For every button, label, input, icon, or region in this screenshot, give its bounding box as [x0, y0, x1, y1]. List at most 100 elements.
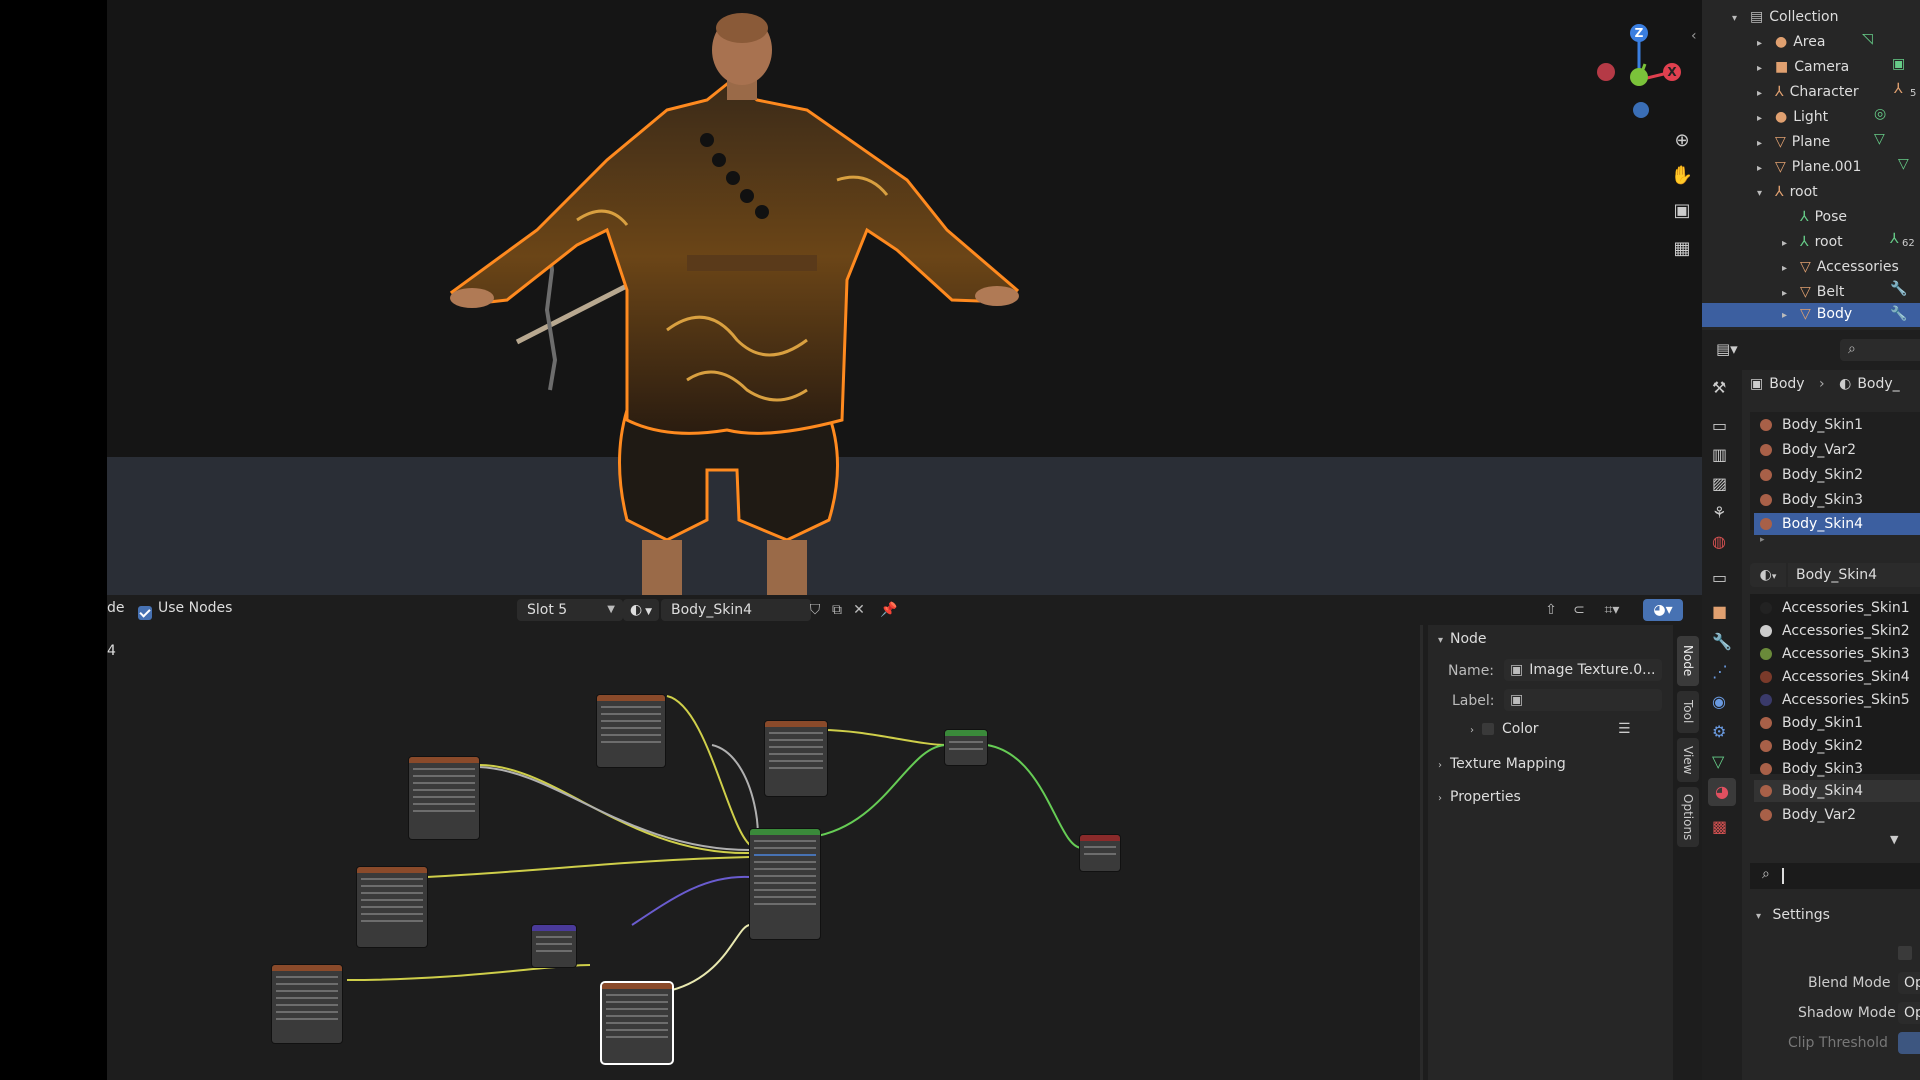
- editor-type-icon[interactable]: ▤▾: [1716, 340, 1738, 358]
- overlay-toggle-icon[interactable]: ◕▾: [1643, 599, 1683, 621]
- snap-grid-icon[interactable]: ⌗▾: [1595, 599, 1629, 621]
- zoom-icon[interactable]: ⊕: [1670, 130, 1694, 154]
- x-axis-icon[interactable]: X: [1663, 63, 1681, 81]
- object-tab-icon[interactable]: ■: [1712, 602, 1727, 621]
- physics-tab-icon[interactable]: ◉: [1712, 692, 1726, 711]
- tab-options[interactable]: Options: [1677, 787, 1699, 847]
- settings-header[interactable]: ▾ Settings: [1756, 904, 1830, 926]
- mesh-data-icon[interactable]: ▽: [1874, 131, 1885, 147]
- outliner-item-collection[interactable]: ▾ ▤ Collection: [1732, 6, 1838, 28]
- material-search-input[interactable]: ⌕: [1750, 863, 1920, 889]
- bone-icon[interactable]: ⅄: [1890, 231, 1899, 247]
- pan-hand-icon[interactable]: ✋: [1670, 165, 1694, 189]
- material-slot[interactable]: Body_Skin1: [1760, 414, 1863, 436]
- image-texture-node[interactable]: [765, 721, 827, 796]
- scroll-down-icon[interactable]: ▼: [1890, 833, 1898, 846]
- neg-z-axis-icon[interactable]: [1633, 102, 1649, 118]
- color-checkbox[interactable]: [1482, 723, 1494, 735]
- normal-map-node[interactable]: [532, 925, 576, 967]
- clip-threshold-slider[interactable]: [1898, 1032, 1920, 1054]
- dropdown-item-hover[interactable]: Body_Skin4: [1754, 780, 1920, 802]
- z-axis-icon[interactable]: Z: [1630, 24, 1648, 42]
- neg-x-axis-icon[interactable]: [1597, 63, 1615, 81]
- tab-node[interactable]: Node: [1677, 636, 1699, 686]
- camera-view-icon[interactable]: ▣: [1670, 200, 1694, 224]
- node-section-header[interactable]: ▾ Node: [1438, 631, 1487, 647]
- tab-tool[interactable]: Tool: [1677, 691, 1699, 733]
- material-slot[interactable]: Body_Skin2: [1760, 464, 1863, 486]
- dropdown-item[interactable]: Body_Skin2: [1760, 735, 1863, 757]
- material-slot-active[interactable]: Body_Skin4: [1754, 513, 1920, 535]
- collapse-arrow-icon[interactable]: ‹: [1691, 28, 1697, 44]
- view-layer-tab-icon[interactable]: ▨: [1712, 474, 1727, 493]
- light-data-icon[interactable]: ◹: [1862, 31, 1873, 47]
- material-output-node[interactable]: [1080, 835, 1120, 871]
- outliner-item-camera[interactable]: ▸ ■ Camera: [1757, 56, 1849, 78]
- modifier-tab-icon[interactable]: 🔧: [1712, 632, 1732, 651]
- material-tab-icon[interactable]: ◕: [1708, 778, 1736, 806]
- dropdown-item[interactable]: Accessories_Skin2: [1760, 620, 1910, 642]
- image-texture-node[interactable]: [597, 695, 665, 767]
- list-expand-icon[interactable]: ▸: [1760, 535, 1765, 545]
- tab-view[interactable]: View: [1677, 738, 1699, 782]
- node-label-field[interactable]: ▣: [1504, 689, 1662, 711]
- outliner-item-root-armature[interactable]: ▸ ⅄ root: [1782, 231, 1843, 253]
- outliner-item-plane-001[interactable]: ▸ ▽ Plane.001: [1757, 156, 1861, 178]
- material-name-field[interactable]: Body_Skin4: [1788, 563, 1920, 587]
- outliner-item-light[interactable]: ▸ ● Light: [1757, 106, 1828, 128]
- light-data-icon[interactable]: ◎: [1874, 106, 1886, 122]
- outliner-item-belt[interactable]: ▸ ▽ Belt: [1782, 281, 1844, 303]
- image-texture-node-selected[interactable]: [602, 983, 672, 1063]
- blend-mode-dropdown[interactable]: Op: [1898, 972, 1920, 994]
- outliner-item-root[interactable]: ▾ ⅄ root: [1757, 181, 1818, 203]
- node-name-field[interactable]: ▣ Image Texture.0...: [1504, 659, 1662, 681]
- properties-search-field[interactable]: ⌕: [1840, 339, 1920, 361]
- settings-checkbox[interactable]: [1898, 946, 1912, 960]
- outliner-item-plane[interactable]: ▸ ▽ Plane: [1757, 131, 1830, 153]
- navigation-gizmo[interactable]: Z X: [1577, 20, 1702, 130]
- material-slot[interactable]: Body_Skin3: [1760, 489, 1863, 511]
- character-model[interactable]: [107, 0, 1702, 595]
- dropdown-item[interactable]: Body_Skin3: [1760, 758, 1863, 780]
- scene-tab-icon[interactable]: ⚘: [1712, 503, 1726, 522]
- scrollbar[interactable]: [1420, 625, 1423, 1080]
- properties-header[interactable]: › Properties: [1438, 789, 1521, 805]
- image-texture-node[interactable]: [357, 867, 427, 947]
- constraints-tab-icon[interactable]: ⚙: [1712, 722, 1726, 741]
- snap-icon[interactable]: ⊂: [1567, 599, 1591, 621]
- particles-tab-icon[interactable]: ⋰: [1712, 662, 1728, 681]
- dropdown-item[interactable]: Accessories_Skin4: [1760, 666, 1910, 688]
- dropdown-item[interactable]: Accessories_Skin1: [1760, 597, 1910, 619]
- output-tab-icon[interactable]: ▥: [1712, 445, 1727, 464]
- shadow-mode-dropdown[interactable]: Op: [1898, 1002, 1920, 1024]
- world-tab-icon[interactable]: ◍: [1712, 532, 1726, 551]
- outliner-item-body[interactable]: ▸ ▽ Body: [1702, 303, 1920, 327]
- modifier-wrench-icon[interactable]: 🔧: [1890, 306, 1907, 322]
- collection-tab-icon[interactable]: ▭: [1712, 568, 1727, 587]
- tool-tab-icon[interactable]: ⚒: [1712, 378, 1726, 397]
- armature-modifier-icon[interactable]: ⅄: [1894, 81, 1903, 97]
- modifier-wrench-icon[interactable]: 🔧: [1890, 281, 1907, 297]
- outliner-item-accessories[interactable]: ▸ ▽ Accessories: [1782, 256, 1899, 278]
- parent-node-tree-icon[interactable]: ⇧: [1539, 599, 1563, 621]
- data-tab-icon[interactable]: ▽: [1712, 752, 1724, 771]
- mix-shader-node[interactable]: [945, 730, 987, 765]
- image-texture-node[interactable]: [409, 757, 479, 839]
- texture-mapping-header[interactable]: › Texture Mapping: [1438, 756, 1566, 772]
- mesh-data-icon[interactable]: ▽: [1898, 156, 1909, 172]
- color-subpanel[interactable]: › Color: [1470, 721, 1539, 737]
- 3d-viewport[interactable]: Z X ⊕ ✋ ▣ ▦ ‹: [107, 0, 1702, 595]
- list-icon[interactable]: ☰: [1618, 721, 1631, 737]
- grid-view-icon[interactable]: ▦: [1670, 238, 1694, 262]
- outliner-item-area[interactable]: ▸ ● Area: [1757, 31, 1825, 53]
- dropdown-item[interactable]: Accessories_Skin3: [1760, 643, 1910, 665]
- dropdown-item[interactable]: Body_Skin1: [1760, 712, 1863, 734]
- browse-material-button[interactable]: ◐▾: [1750, 563, 1786, 587]
- y-axis-icon[interactable]: [1630, 68, 1648, 86]
- texture-tab-icon[interactable]: ▩: [1712, 817, 1727, 836]
- camera-data-icon[interactable]: ▣: [1892, 56, 1905, 72]
- image-texture-node[interactable]: [272, 965, 342, 1043]
- dropdown-item[interactable]: Accessories_Skin5: [1760, 689, 1910, 711]
- principled-bsdf-node[interactable]: [750, 829, 820, 939]
- outliner-item-pose[interactable]: ⅄ Pose: [1782, 206, 1847, 228]
